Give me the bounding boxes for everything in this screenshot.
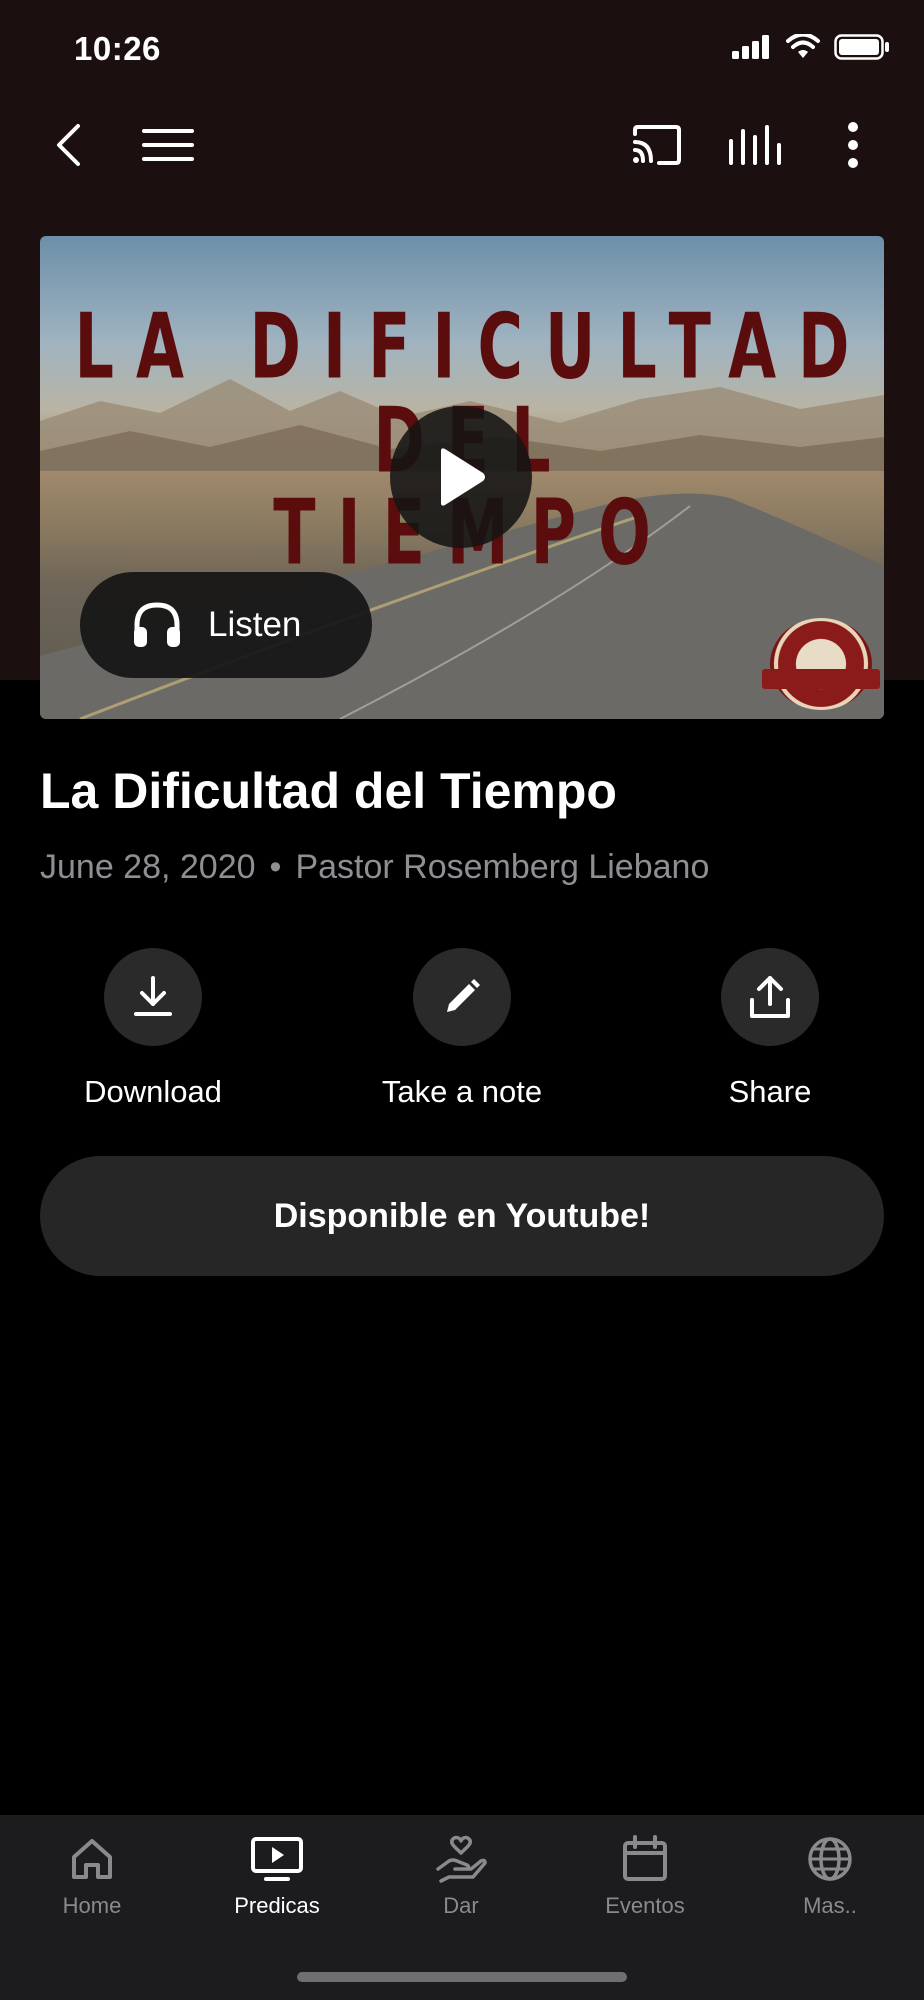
take-note-button[interactable]: Take a note bbox=[347, 948, 577, 1110]
sermon-title: La Dificultad del Tiempo bbox=[40, 763, 617, 819]
chevron-left-icon bbox=[57, 124, 80, 166]
tab-mas[interactable]: Mas.. bbox=[738, 1835, 922, 1919]
download-circle[interactable] bbox=[104, 948, 202, 1046]
battery-icon bbox=[834, 34, 889, 60]
listen-label: Listen bbox=[208, 605, 302, 644]
take-note-label: Take a note bbox=[381, 1074, 543, 1109]
artwork-title-line-1: LA DIFICULTAD bbox=[74, 293, 872, 400]
action-row: Download Take a note Share bbox=[0, 948, 924, 1118]
signal-icon bbox=[732, 35, 769, 59]
download-icon bbox=[134, 976, 172, 1016]
tab-home[interactable]: Home bbox=[0, 1835, 184, 1919]
tab-predicas-label: Predicas bbox=[234, 1893, 320, 1918]
wifi-icon bbox=[786, 34, 820, 58]
meta-separator: • bbox=[269, 848, 282, 886]
sermon-meta: June 28, 2020 • Pastor Rosemberg Liebano bbox=[40, 848, 709, 887]
share-button[interactable]: Share bbox=[655, 948, 885, 1110]
sermon-date: June 28, 2020 bbox=[40, 848, 256, 886]
tab-mas-label: Mas.. bbox=[803, 1893, 857, 1918]
cast-icon bbox=[633, 125, 681, 165]
more-vertical-icon bbox=[848, 122, 858, 168]
globe-icon bbox=[808, 1837, 852, 1881]
tab-eventos-label: Eventos bbox=[605, 1893, 685, 1918]
tab-eventos[interactable]: Eventos bbox=[553, 1835, 737, 1919]
more-options-button[interactable] bbox=[818, 110, 888, 180]
play-button[interactable] bbox=[390, 406, 532, 548]
back-button[interactable] bbox=[34, 110, 104, 180]
home-indicator[interactable] bbox=[297, 1972, 627, 1982]
listen-button[interactable]: Listen bbox=[80, 572, 372, 678]
audio-levels-button[interactable] bbox=[720, 110, 790, 180]
youtube-button[interactable]: Disponible en Youtube! bbox=[40, 1156, 884, 1276]
take-note-circle[interactable] bbox=[413, 948, 511, 1046]
play-icon bbox=[441, 448, 485, 506]
sermon-speaker[interactable]: Pastor Rosemberg Liebano bbox=[295, 848, 709, 887]
download-label: Download bbox=[84, 1074, 222, 1109]
tab-predicas[interactable]: Predicas bbox=[185, 1835, 369, 1919]
share-circle[interactable] bbox=[721, 948, 819, 1046]
cast-button[interactable] bbox=[622, 110, 692, 180]
equalizer-icon bbox=[729, 125, 781, 165]
tv-play-icon bbox=[251, 1837, 303, 1881]
calendar-icon bbox=[623, 1835, 667, 1881]
tab-dar[interactable]: Dar bbox=[369, 1835, 553, 1919]
home-icon bbox=[72, 1839, 112, 1879]
menu-button[interactable] bbox=[133, 110, 203, 180]
status-time: 10:26 bbox=[74, 30, 161, 67]
church-seal-logo bbox=[770, 618, 872, 710]
download-button[interactable]: Download bbox=[38, 948, 268, 1110]
share-label: Share bbox=[728, 1074, 812, 1109]
status-icons bbox=[732, 34, 890, 60]
tab-dar-label: Dar bbox=[443, 1893, 479, 1918]
top-navigation bbox=[0, 110, 924, 190]
hand-heart-icon bbox=[436, 1835, 487, 1883]
tab-home-label: Home bbox=[62, 1893, 122, 1918]
hamburger-menu-icon bbox=[142, 129, 194, 161]
headphones-icon bbox=[134, 602, 180, 647]
share-icon bbox=[750, 976, 790, 1018]
sermon-artwork[interactable]: LA DIFICULTAD DEL TIEMPO Listen bbox=[40, 236, 884, 719]
church-seal-banner bbox=[762, 669, 880, 689]
pencil-icon bbox=[447, 979, 480, 1012]
